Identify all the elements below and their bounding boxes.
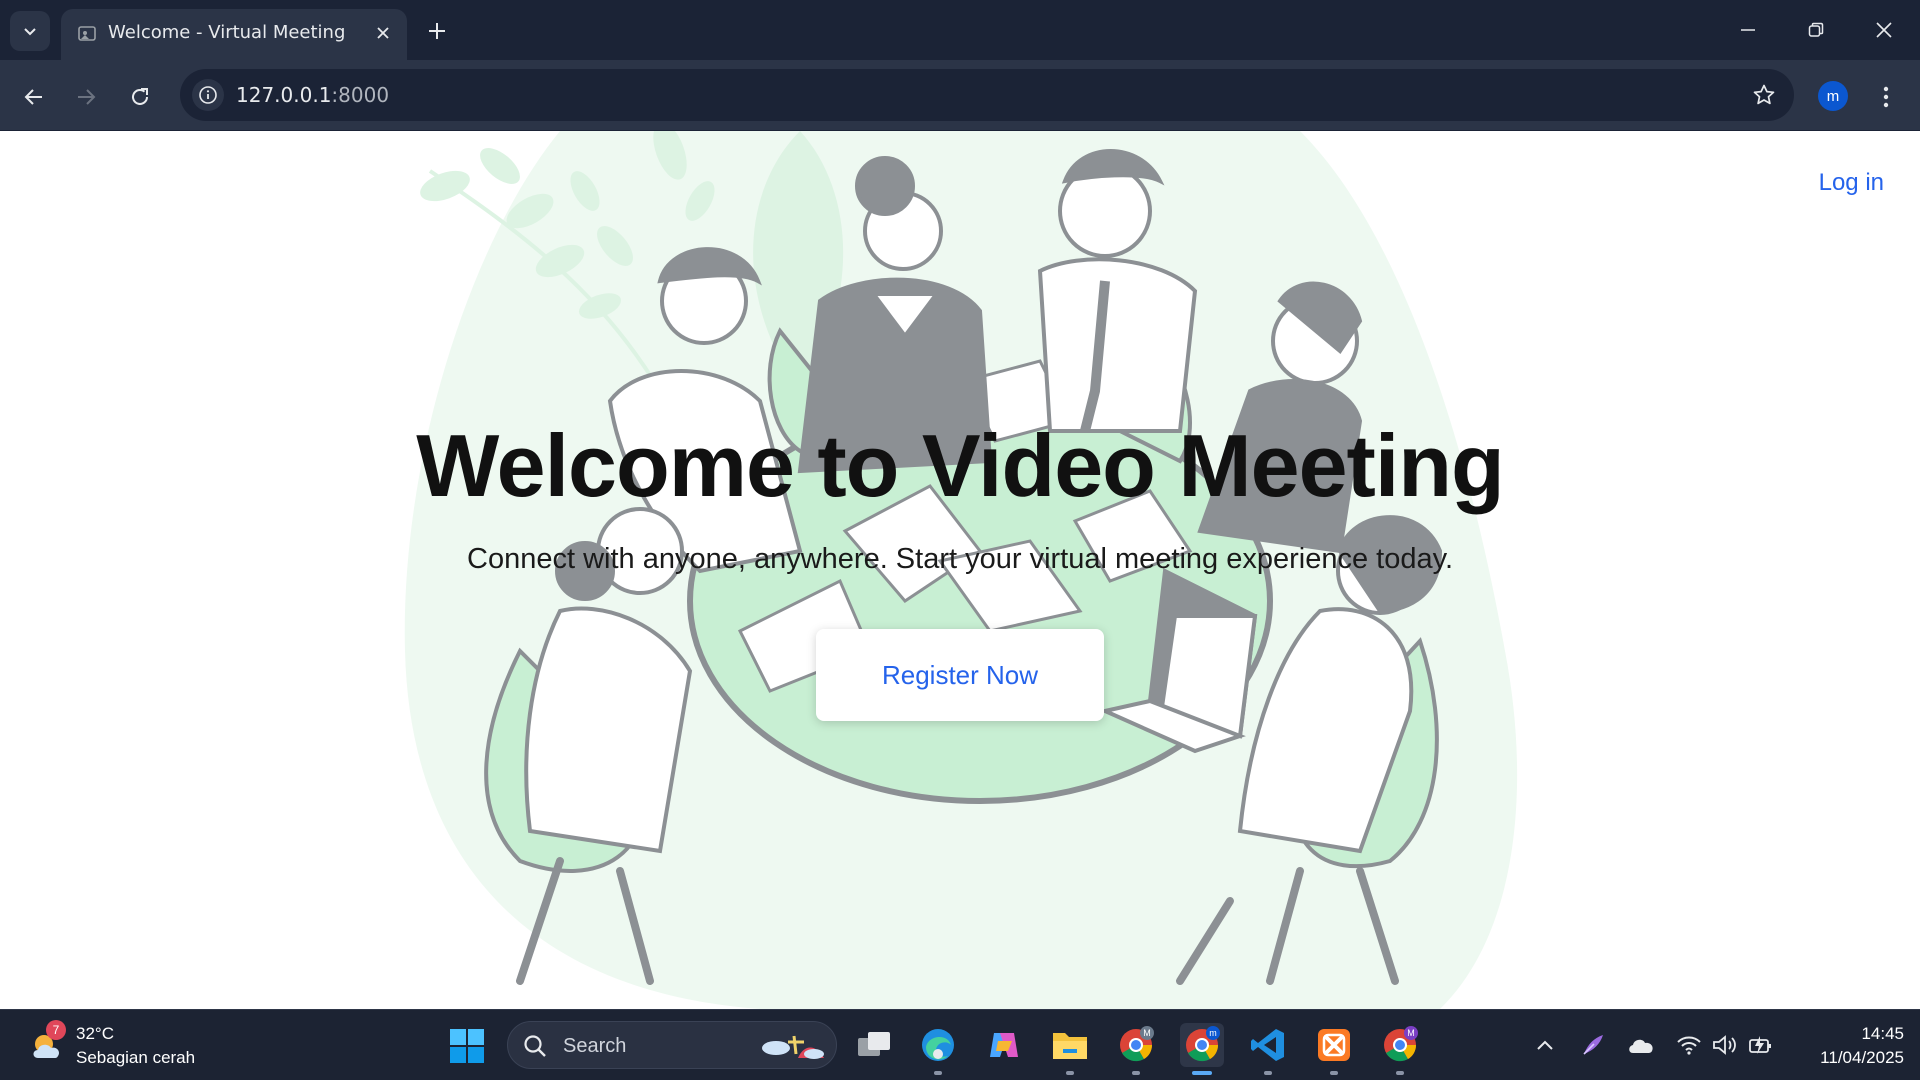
taskbar-edge[interactable] bbox=[916, 1023, 960, 1075]
taskbar-chrome-2[interactable]: m bbox=[1180, 1023, 1224, 1075]
xampp-icon bbox=[1318, 1029, 1350, 1061]
browser-toolbar: 127.0.0.1:8000 m bbox=[0, 60, 1920, 131]
taskbar-task-view[interactable] bbox=[852, 1023, 896, 1067]
close-icon bbox=[1876, 22, 1892, 38]
svg-text:M: M bbox=[1143, 1028, 1151, 1038]
browser-tab-active[interactable]: Welcome - Virtual Meeting bbox=[61, 9, 407, 60]
tray-battery[interactable] bbox=[1746, 1030, 1776, 1060]
page-favicon-icon bbox=[78, 26, 96, 41]
web-page: Log in Welcome to Video Meeting Connect … bbox=[0, 131, 1920, 1009]
vscode-icon bbox=[1251, 1029, 1284, 1061]
restore-icon bbox=[1808, 22, 1824, 37]
new-tab-button[interactable] bbox=[420, 14, 454, 48]
url-port: :8000 bbox=[331, 83, 390, 107]
login-link[interactable]: Log in bbox=[1819, 169, 1884, 197]
battery-charging-icon bbox=[1749, 1036, 1771, 1054]
tab-search-button[interactable] bbox=[10, 11, 50, 51]
tray-wifi[interactable] bbox=[1674, 1030, 1704, 1060]
tray-pen-app[interactable] bbox=[1578, 1030, 1608, 1060]
taskbar-chrome-1[interactable]: M bbox=[1114, 1023, 1158, 1075]
browser-tabstrip: Welcome - Virtual Meeting bbox=[0, 0, 1920, 60]
weather-condition: Sebagian cerah bbox=[76, 1048, 196, 1067]
url-text[interactable]: 127.0.0.1:8000 bbox=[236, 83, 389, 107]
taskbar-search-box[interactable]: Search bbox=[507, 1021, 837, 1069]
feather-pen-icon bbox=[1583, 1035, 1603, 1055]
page-subtitle: Connect with anyone, anywhere. Start you… bbox=[467, 543, 1453, 575]
running-indicator bbox=[1330, 1071, 1338, 1075]
taskbar-file-explorer[interactable] bbox=[1048, 1023, 1092, 1075]
browser-menu-button[interactable] bbox=[1874, 77, 1898, 117]
bookmark-star-icon[interactable] bbox=[1750, 81, 1778, 109]
system-clock[interactable]: 14:45 11/04/2025 bbox=[1796, 1022, 1904, 1070]
search-highlight-icon bbox=[762, 1035, 824, 1059]
running-indicator bbox=[934, 1071, 942, 1075]
chevron-up-icon bbox=[1537, 1040, 1553, 1050]
running-indicator bbox=[1066, 1071, 1074, 1075]
chevron-down-icon bbox=[24, 28, 36, 36]
minimize-icon bbox=[1741, 29, 1755, 31]
active-indicator bbox=[1192, 1071, 1212, 1075]
running-indicator bbox=[1132, 1071, 1140, 1075]
search-placeholder: Search bbox=[563, 1035, 627, 1057]
taskbar-xampp[interactable] bbox=[1312, 1023, 1356, 1075]
copilot-icon bbox=[990, 1033, 1018, 1057]
taskbar-vscode[interactable] bbox=[1246, 1023, 1290, 1075]
show-hidden-icons-button[interactable] bbox=[1530, 1030, 1560, 1060]
address-bar[interactable]: 127.0.0.1:8000 bbox=[180, 69, 1794, 121]
edge-browser-icon bbox=[922, 1029, 954, 1061]
page-title: Welcome to Video Meeting bbox=[416, 416, 1505, 515]
windows-taskbar: 7 32°C Sebagian cerah Search M m M 14:45… bbox=[0, 1009, 1920, 1080]
running-indicator bbox=[1396, 1071, 1404, 1075]
windows-start-icon[interactable] bbox=[448, 1027, 486, 1065]
svg-text:M: M bbox=[1407, 1028, 1415, 1038]
arrow-left-icon bbox=[24, 89, 42, 105]
chrome-icon: M bbox=[1384, 1026, 1418, 1062]
reload-icon bbox=[132, 88, 148, 105]
restore-button[interactable] bbox=[1792, 10, 1840, 50]
weather-widget[interactable]: 7 32°C Sebagian cerah bbox=[28, 1020, 228, 1072]
close-window-button[interactable] bbox=[1860, 10, 1908, 50]
clock-time: 14:45 bbox=[1861, 1024, 1904, 1043]
site-info-icon[interactable] bbox=[192, 79, 224, 111]
more-vert-icon bbox=[1883, 86, 1889, 108]
clock-date: 11/04/2025 bbox=[1820, 1048, 1904, 1067]
wifi-icon bbox=[1677, 1036, 1701, 1055]
tray-volume[interactable] bbox=[1710, 1030, 1740, 1060]
svg-text:m: m bbox=[1209, 1028, 1217, 1038]
arrow-right-icon bbox=[78, 89, 96, 105]
forward-button[interactable] bbox=[66, 77, 106, 117]
weather-temperature: 32°C bbox=[76, 1024, 114, 1043]
search-icon bbox=[524, 1035, 546, 1057]
chrome-icon: m bbox=[1186, 1026, 1220, 1062]
running-indicator bbox=[1264, 1071, 1272, 1075]
folder-icon bbox=[1053, 1033, 1087, 1059]
chrome-icon: M bbox=[1120, 1026, 1154, 1062]
speaker-icon bbox=[1713, 1035, 1736, 1055]
profile-avatar[interactable]: m bbox=[1818, 81, 1848, 111]
tray-onedrive[interactable] bbox=[1626, 1030, 1656, 1060]
close-tab-icon[interactable] bbox=[371, 21, 395, 45]
cloud-icon bbox=[1629, 1039, 1653, 1053]
weather-alert-badge: 7 bbox=[46, 1020, 66, 1040]
register-button[interactable]: Register Now bbox=[816, 629, 1104, 721]
minimize-button[interactable] bbox=[1724, 10, 1772, 50]
task-view-icon bbox=[858, 1032, 890, 1056]
url-host: 127.0.0.1 bbox=[236, 83, 332, 107]
back-button[interactable] bbox=[14, 77, 54, 117]
taskbar-copilot[interactable] bbox=[982, 1023, 1026, 1067]
tab-title: Welcome - Virtual Meeting bbox=[108, 22, 346, 43]
reload-button[interactable] bbox=[120, 77, 160, 117]
taskbar-chrome-3[interactable]: M bbox=[1378, 1023, 1422, 1075]
plus-icon bbox=[429, 23, 445, 39]
